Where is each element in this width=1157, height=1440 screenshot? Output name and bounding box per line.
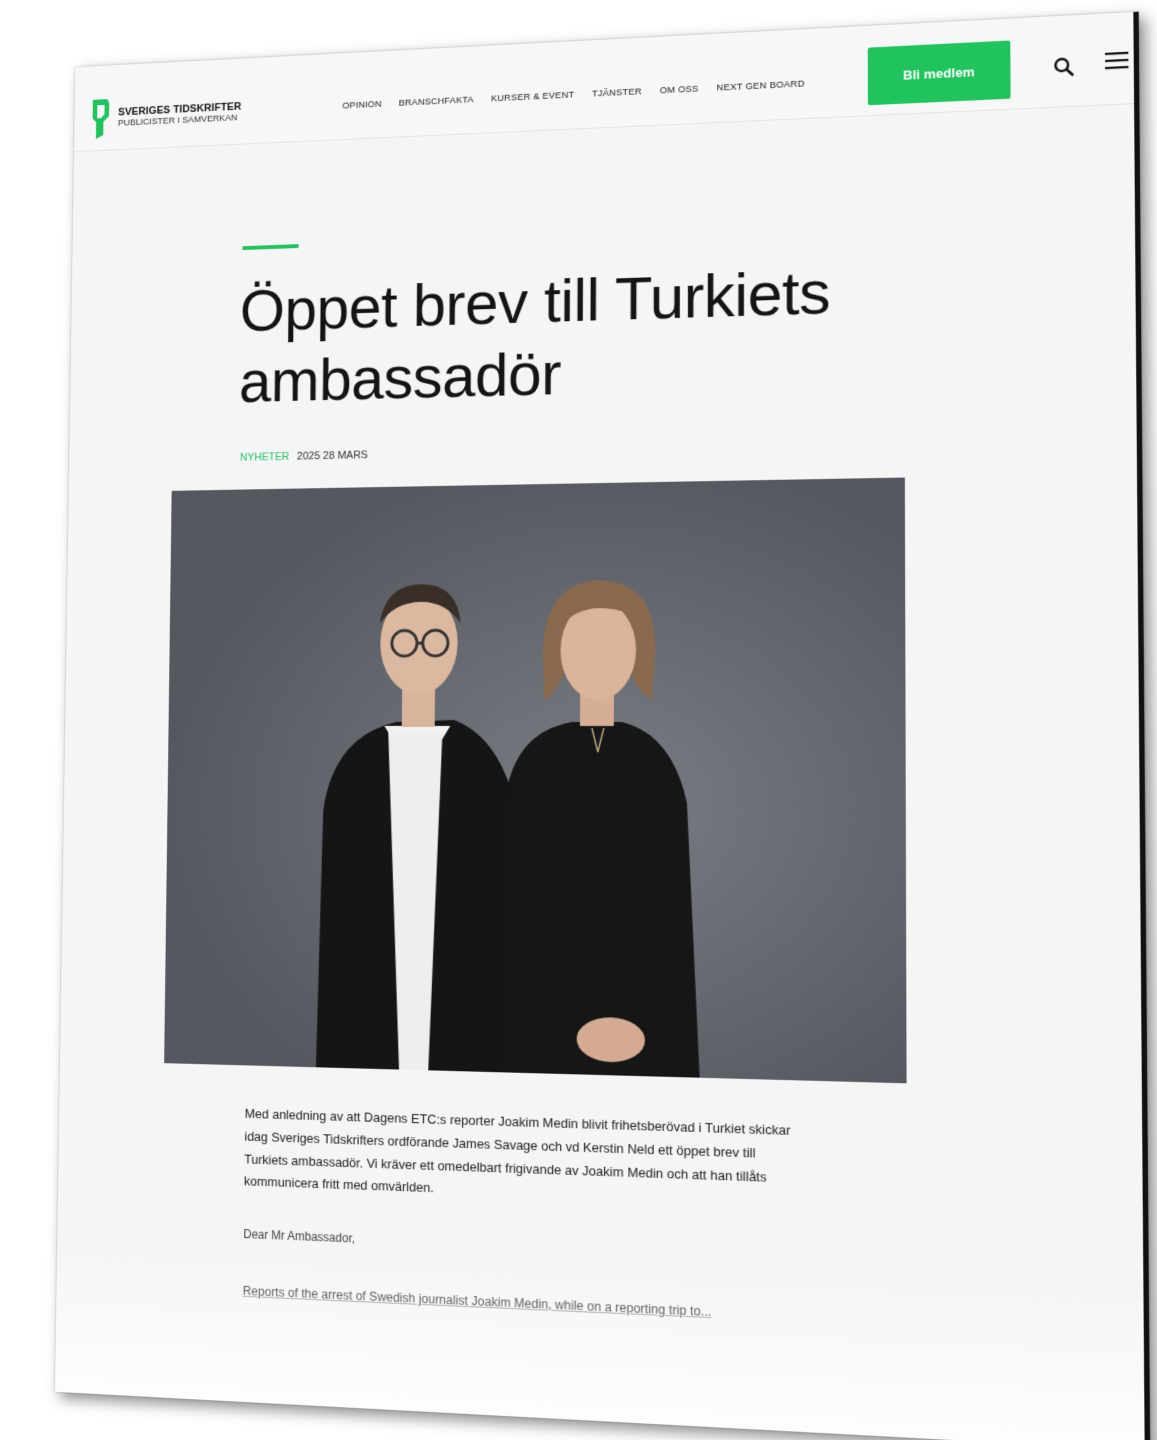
nav-item-next-gen-board[interactable]: NEXT GEN BOARD <box>717 79 805 94</box>
article-hero-photo <box>164 477 907 1084</box>
browser-page: SVERIGES TIDSKRIFTER PUBLICISTER I SAMVE… <box>54 11 1151 1440</box>
nav-item-kurser-event[interactable]: KURSER & EVENT <box>491 90 574 105</box>
join-button[interactable]: Bli medlem <box>867 40 1011 106</box>
article-meta: NYHETER 2025 28 MARS <box>240 449 368 463</box>
letter-salutation: Dear Mr Ambassador, <box>243 1227 355 1246</box>
article-body-link[interactable]: Reports of the arrest of Swedish journal… <box>243 1284 842 1325</box>
article-title: Öppet brev till Turkiets ambassadör <box>238 258 831 416</box>
article-date: 2025 28 MARS <box>296 449 368 463</box>
logo-mark-icon <box>90 97 111 141</box>
search-icon[interactable] <box>1052 55 1075 78</box>
main-navigation: OPINION BRANSCHFAKTA KURSER & EVENT TJÄN… <box>342 79 804 112</box>
nav-item-tjanster[interactable]: TJÄNSTER <box>592 86 642 99</box>
site-logo[interactable]: SVERIGES TIDSKRIFTER PUBLICISTER I SAMVE… <box>90 91 241 142</box>
bottom-fade <box>54 1244 1145 1440</box>
nav-item-om-oss[interactable]: OM OSS <box>660 84 699 97</box>
screenshot-stage: SVERIGES TIDSKRIFTER PUBLICISTER I SAMVE… <box>0 0 1157 1440</box>
title-accent-line <box>242 244 299 251</box>
site-header: SVERIGES TIDSKRIFTER PUBLICISTER I SAMVE… <box>73 12 1135 153</box>
nav-item-branschfakta[interactable]: BRANSCHFAKTA <box>399 95 474 109</box>
article-lead: Med anledning av att Dagens ETC:s report… <box>243 1105 791 1196</box>
article-category-link[interactable]: NYHETER <box>240 451 290 464</box>
hamburger-menu-icon[interactable] <box>1104 49 1130 72</box>
nav-item-opinion[interactable]: OPINION <box>342 99 381 111</box>
